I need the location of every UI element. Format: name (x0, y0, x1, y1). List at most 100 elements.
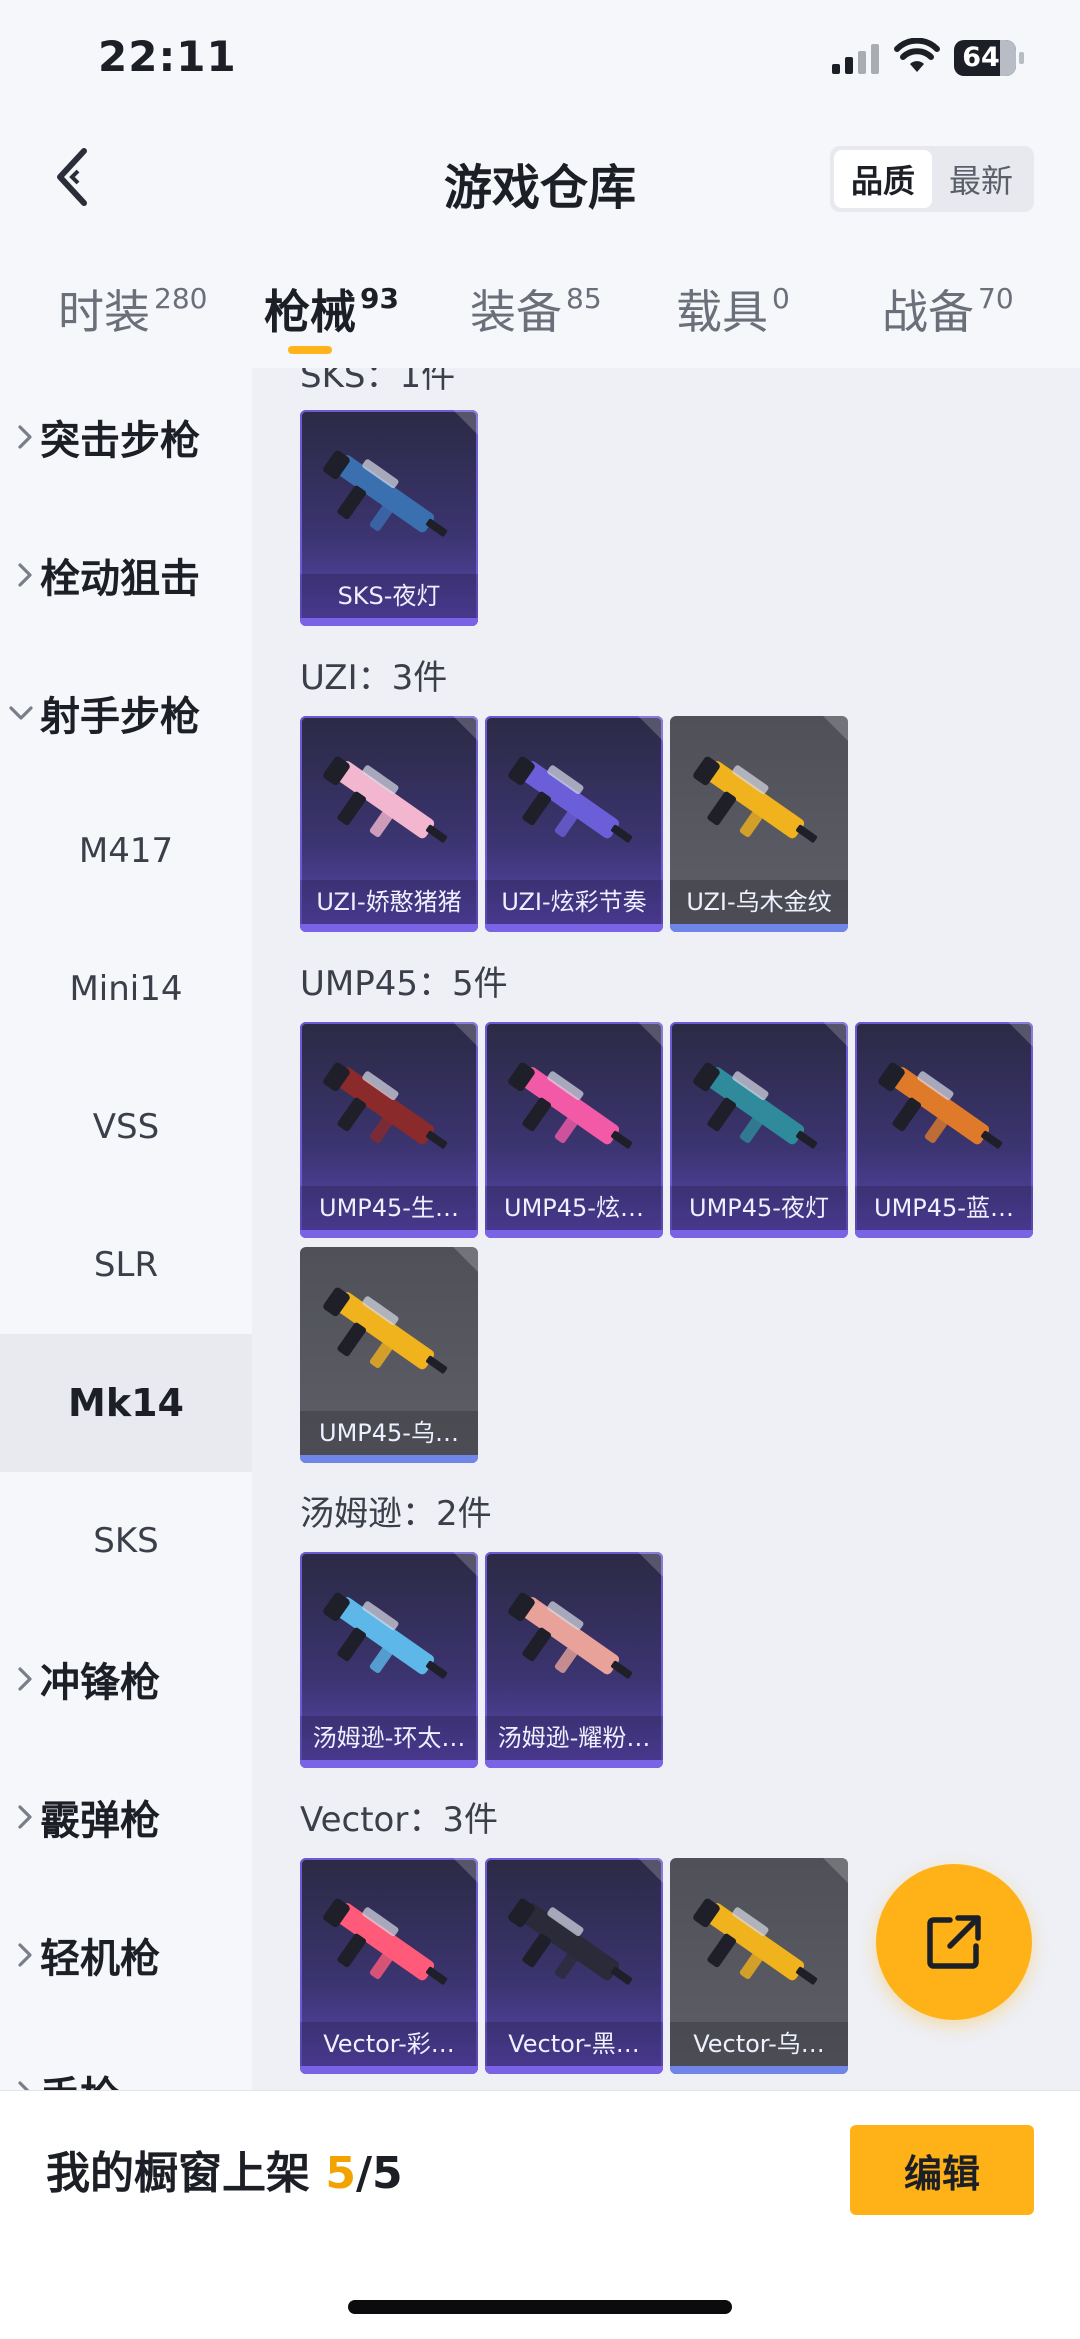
app-header: 游戏仓库 品质 最新 (0, 118, 1080, 238)
weapon-card[interactable]: 汤姆逊-环太… (300, 1552, 478, 1768)
weapon-card[interactable]: UMP45-蓝… (855, 1022, 1033, 1238)
status-bar: 22:11 64 (0, 0, 1080, 118)
weapon-name: SKS-夜灯 (300, 574, 478, 618)
weapon-card[interactable]: 汤姆逊-耀粉… (485, 1552, 663, 1768)
share-external-icon (927, 1915, 981, 1969)
sidebar-item[interactable]: Mini14 (0, 920, 252, 1058)
rarity-bar (485, 1760, 663, 1768)
home-indicator (348, 2300, 732, 2314)
sidebar-item[interactable]: SKS (0, 1472, 252, 1610)
tab-fashion[interactable]: 时装 280 (58, 276, 207, 346)
chevron-right-icon (0, 2080, 40, 2090)
weapon-name: Vector-黑… (485, 2022, 663, 2066)
showcase-count: 5 (325, 2148, 356, 2199)
weapon-card[interactable]: UMP45-生… (300, 1022, 478, 1238)
chevron-right-icon (0, 424, 40, 450)
tab-supplies[interactable]: 战备 70 (882, 276, 1014, 346)
chevron-right-icon (0, 1942, 40, 1968)
weapon-image (684, 1876, 834, 2016)
weapon-name: UMP45-乌… (300, 1411, 478, 1455)
sort-option-newest[interactable]: 最新 (932, 150, 1030, 208)
weapon-group-title: UMP45：5件 (300, 964, 508, 1004)
weapon-card[interactable]: Vector-黑… (485, 1858, 663, 2074)
rarity-bar (855, 1230, 1033, 1238)
wifi-icon (894, 38, 940, 72)
sidebar-item-label: SKS (93, 1521, 159, 1561)
status-time: 22:11 (98, 32, 237, 81)
chevron-right-icon (0, 1804, 40, 1830)
weapon-card[interactable]: UZI-娇憨猪猪 (300, 716, 478, 932)
sidebar-item-label: VSS (92, 1107, 160, 1147)
weapon-card[interactable]: UMP45-夜灯 (670, 1022, 848, 1238)
sidebar-item[interactable]: 霰弹枪 (0, 1748, 252, 1886)
sidebar-item[interactable]: 突击步枪 (0, 368, 252, 506)
weapon-name: UMP45-夜灯 (670, 1186, 848, 1230)
weapon-list: SKS：1件 SKS-夜灯 UZI：3件 UZI-娇憨猪猪 UZI-炫彩节奏 UZI-乌木… (252, 368, 1080, 2090)
tab-vehicles[interactable]: 载具 0 (676, 276, 790, 346)
sidebar-item-label: Mk14 (68, 1381, 184, 1425)
weapon-card[interactable]: UMP45-炫… (485, 1022, 663, 1238)
weapon-name: UMP45-蓝… (855, 1186, 1033, 1230)
sidebar-item-label: 手枪 (40, 2064, 120, 2090)
sidebar-item[interactable]: 射手步枪 (0, 644, 252, 782)
sidebar-item[interactable]: VSS (0, 1058, 252, 1196)
weapon-card[interactable]: UZI-乌木金纹 (670, 716, 848, 932)
weapon-card[interactable]: UMP45-乌… (300, 1247, 478, 1463)
weapon-name: UMP45-生… (300, 1186, 478, 1230)
active-tab-indicator (288, 346, 332, 354)
weapon-card[interactable]: Vector-彩… (300, 1858, 478, 2074)
sidebar-item-label: 冲锋枪 (40, 1660, 160, 1706)
sidebar-item-label: M417 (78, 831, 174, 871)
sidebar-item[interactable]: Mk14 (0, 1334, 252, 1472)
sidebar-item[interactable]: M417 (0, 782, 252, 920)
chevron-right-icon (0, 562, 40, 588)
sidebar-item-label: Mini14 (69, 969, 183, 1009)
weapon-image (684, 1040, 834, 1180)
sidebar-item[interactable]: 手枪 (0, 2024, 252, 2090)
weapon-image (314, 1876, 464, 2016)
edit-button[interactable]: 编辑 (850, 2125, 1034, 2215)
weapon-name: UZI-炫彩节奏 (485, 880, 663, 924)
tab-firearms[interactable]: 枪械 93 (264, 276, 399, 346)
weapon-name: UZI-乌木金纹 (670, 880, 848, 924)
sidebar-item[interactable]: 冲锋枪 (0, 1610, 252, 1748)
sidebar-item-label: 轻机枪 (40, 1936, 160, 1982)
weapon-card[interactable]: Vector-乌… (670, 1858, 848, 2074)
rarity-bar (670, 2066, 848, 2074)
showcase-status: 我的橱窗上架 5/5 (46, 2148, 403, 2199)
weapon-card[interactable]: UZI-炫彩节奏 (485, 716, 663, 932)
battery-level: 64 (962, 42, 1000, 73)
rarity-bar (670, 924, 848, 932)
weapon-image (499, 1570, 649, 1710)
sidebar-item[interactable]: 轻机枪 (0, 1886, 252, 2024)
sidebar-item-label: 突击步枪 (40, 418, 200, 464)
sidebar-item-label: 霰弹枪 (40, 1798, 160, 1844)
weapon-name: Vector-彩… (300, 2022, 478, 2066)
rarity-bar (300, 1760, 478, 1768)
weapon-name: UZI-娇憨猪猪 (300, 880, 478, 924)
battery-indicator: 64 (954, 40, 1024, 76)
rarity-bar (485, 2066, 663, 2074)
sidebar-item[interactable]: 栓动狙击 (0, 506, 252, 644)
sidebar-item-label: 栓动狙击 (40, 556, 200, 602)
rarity-bar (300, 2066, 478, 2074)
chevron-right-icon (0, 1666, 40, 1692)
category-tabs: 时装 280 枪械 93 装备 85 载具 0 战备 70 (0, 238, 1080, 368)
tab-equipment[interactable]: 装备 85 (470, 276, 602, 346)
sort-toggle: 品质 最新 (830, 146, 1034, 212)
sort-option-quality[interactable]: 品质 (834, 150, 932, 208)
weapon-image (684, 734, 834, 874)
weapon-group-title: Vector：3件 (300, 1800, 498, 1840)
weapon-image (314, 1265, 464, 1405)
weapon-image (314, 734, 464, 874)
weapon-card[interactable]: SKS-夜灯 (300, 410, 478, 626)
weapon-name: 汤姆逊-环太… (300, 1716, 478, 1760)
cellular-signal-icon (832, 44, 879, 74)
rarity-bar (485, 1230, 663, 1238)
sidebar-item[interactable]: SLR (0, 1196, 252, 1334)
weapon-name: Vector-乌… (670, 2022, 848, 2066)
rarity-bar (670, 1230, 848, 1238)
share-button[interactable] (876, 1864, 1032, 2020)
rarity-bar (300, 1455, 478, 1463)
weapon-type-sidebar: 突击步枪栓动狙击射手步枪 M417 Mini14 VSS SLR Mk14 SKS 冲锋枪霰弹… (0, 368, 252, 2090)
